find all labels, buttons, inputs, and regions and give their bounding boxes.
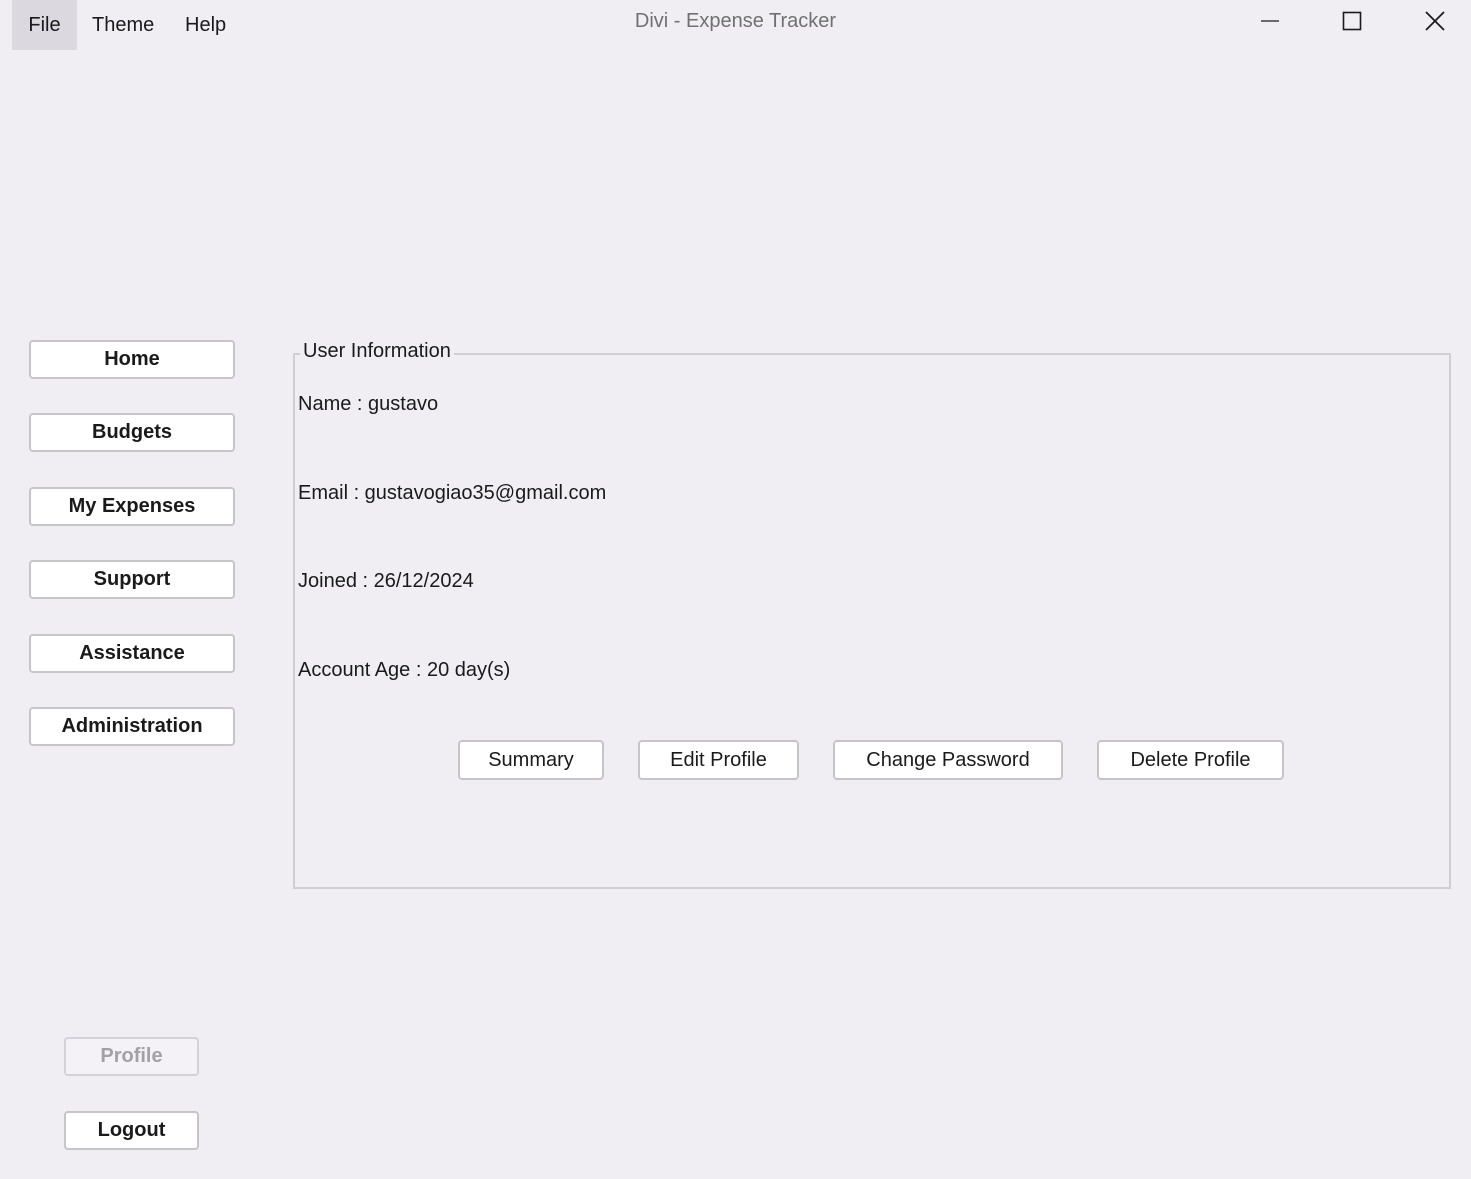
minimize-button[interactable] (1240, 0, 1300, 42)
group-title: User Information (300, 340, 454, 363)
user-email: Email : gustavogiao35@gmail.com (298, 482, 607, 504)
logout-button[interactable]: Logout (64, 1111, 199, 1150)
title-bar: File Theme Help Divi - Expense Tracker (0, 0, 1471, 50)
delete-profile-button[interactable]: Delete Profile (1097, 740, 1284, 780)
menu-theme[interactable]: Theme (76, 0, 170, 50)
user-name: Name : gustavo (298, 393, 439, 415)
maximize-icon (1342, 11, 1362, 31)
sidebar-item-my-expenses[interactable]: My Expenses (29, 487, 235, 526)
summary-button[interactable]: Summary (458, 740, 604, 780)
app-window: File Theme Help Divi - Expense Tracker H… (0, 0, 1471, 1179)
sidebar-item-support[interactable]: Support (29, 560, 235, 599)
user-information-group (293, 353, 1451, 889)
sidebar-item-home[interactable]: Home (29, 340, 235, 379)
change-password-button[interactable]: Change Password (833, 740, 1063, 780)
account-age: Account Age : 20 day(s) (298, 659, 511, 681)
edit-profile-button[interactable]: Edit Profile (638, 740, 799, 780)
sidebar-item-assistance[interactable]: Assistance (29, 634, 235, 673)
menu-file[interactable]: File (12, 0, 77, 50)
menu-help[interactable]: Help (169, 0, 242, 50)
profile-button[interactable]: Profile (64, 1037, 199, 1076)
maximize-button[interactable] (1322, 0, 1382, 42)
close-button[interactable] (1405, 0, 1465, 42)
minimize-icon (1261, 20, 1279, 22)
sidebar-item-budgets[interactable]: Budgets (29, 413, 235, 452)
close-icon (1425, 11, 1445, 31)
user-joined-date: Joined : 26/12/2024 (298, 570, 474, 592)
sidebar-item-administration[interactable]: Administration (29, 707, 235, 746)
